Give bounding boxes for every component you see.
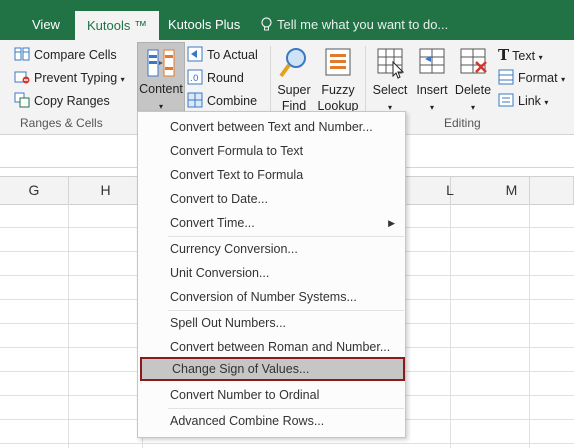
tell-me-text: Tell me what you want to do... bbox=[277, 17, 449, 32]
content-icon bbox=[147, 49, 175, 77]
tab-view[interactable]: View bbox=[20, 10, 72, 40]
delete-label: Delete bbox=[454, 83, 492, 97]
link-button[interactable]: Link ▾ bbox=[498, 91, 548, 111]
content-dropdown-menu: Convert between Text and Number... Conve… bbox=[137, 111, 406, 438]
menu-item-spell-out-numbers[interactable]: Spell Out Numbers... bbox=[138, 311, 405, 335]
format-icon bbox=[498, 69, 514, 85]
copy-ranges-button[interactable]: Copy Ranges bbox=[14, 91, 110, 111]
column-header-g[interactable]: G bbox=[0, 177, 69, 204]
to-actual-button[interactable]: To Actual bbox=[187, 45, 258, 65]
chevron-down-icon: ▾ bbox=[470, 103, 475, 112]
text-button[interactable]: T Text ▾ bbox=[498, 45, 543, 65]
format-label: Format bbox=[518, 71, 558, 85]
round-icon: .0 bbox=[187, 69, 203, 85]
select-icon bbox=[377, 48, 405, 79]
magnifier-icon bbox=[279, 48, 306, 78]
chevron-down-icon: ▾ bbox=[158, 102, 163, 111]
compare-cells-icon bbox=[14, 47, 30, 61]
menu-item-convert-time-label: Convert Time... bbox=[170, 216, 255, 230]
menu-item-convert-text-number[interactable]: Convert between Text and Number... bbox=[138, 115, 405, 139]
menu-item-number-systems[interactable]: Conversion of Number Systems... bbox=[138, 285, 405, 309]
to-actual-label: To Actual bbox=[207, 48, 258, 62]
select-label: Select bbox=[372, 83, 408, 97]
chevron-down-icon: ▾ bbox=[429, 103, 434, 112]
menu-item-advanced-combine-rows[interactable]: Advanced Combine Rows... bbox=[138, 409, 405, 433]
prevent-typing-icon bbox=[14, 71, 30, 84]
menu-item-roman-number[interactable]: Convert between Roman and Number... bbox=[138, 335, 405, 359]
menu-item-currency-conversion[interactable]: Currency Conversion... bbox=[138, 237, 405, 261]
combine-button[interactable]: Combine bbox=[187, 91, 257, 111]
content-label: Content bbox=[139, 82, 183, 96]
select-button[interactable]: Select ▾ bbox=[370, 46, 410, 116]
compare-cells-button[interactable]: Compare Cells bbox=[14, 45, 117, 65]
menu-item-unit-conversion[interactable]: Unit Conversion... bbox=[138, 261, 405, 285]
super-find-button[interactable]: Super Find bbox=[276, 46, 312, 114]
text-label: Text bbox=[512, 49, 536, 63]
submenu-arrow-icon: ▶ bbox=[388, 218, 395, 228]
chevron-down-icon: ▾ bbox=[120, 75, 125, 84]
fuzzy-lookup-icon bbox=[325, 48, 351, 76]
content-button[interactable]: Content ▾ bbox=[137, 42, 185, 113]
round-button[interactable]: .0 Round bbox=[187, 68, 244, 88]
delete-icon bbox=[460, 48, 487, 74]
column-header-m[interactable]: M bbox=[506, 177, 574, 204]
fuzzy-lookup-button[interactable]: Fuzzy Lookup bbox=[315, 46, 361, 114]
link-icon bbox=[498, 93, 514, 107]
to-actual-icon bbox=[187, 46, 203, 62]
column-header-h[interactable]: H bbox=[69, 177, 143, 204]
group-editing: Editing bbox=[444, 116, 481, 130]
super-find-label-1: Super bbox=[277, 83, 311, 97]
copy-ranges-icon bbox=[14, 92, 30, 108]
tab-kutools[interactable]: Kutools ™ bbox=[75, 11, 159, 40]
insert-button[interactable]: Insert ▾ bbox=[413, 46, 451, 116]
svg-text:.0: .0 bbox=[190, 74, 199, 84]
menu-item-convert-time[interactable]: Convert Time... ▶ bbox=[138, 211, 405, 235]
menu-item-formula-to-text[interactable]: Convert Formula to Text bbox=[138, 139, 405, 163]
lightbulb-icon bbox=[261, 17, 272, 31]
column-header-l[interactable]: L bbox=[446, 177, 530, 204]
menu-item-convert-to-date[interactable]: Convert to Date... bbox=[138, 187, 405, 211]
chevron-down-icon: ▾ bbox=[544, 98, 549, 107]
round-label: Round bbox=[207, 71, 244, 85]
fuzzy-lookup-label-1: Fuzzy bbox=[321, 83, 355, 97]
chevron-down-icon: ▾ bbox=[538, 53, 543, 62]
tab-kutools-plus[interactable]: Kutools Plus bbox=[156, 10, 252, 40]
format-button[interactable]: Format ▾ bbox=[498, 68, 565, 88]
chevron-down-icon: ▾ bbox=[561, 75, 566, 84]
menu-item-text-to-formula[interactable]: Convert Text to Formula bbox=[138, 163, 405, 187]
prevent-typing-button[interactable]: Prevent Typing ▾ bbox=[14, 68, 125, 88]
compare-cells-label: Compare Cells bbox=[34, 48, 117, 62]
group-ranges-cells: Ranges & Cells bbox=[20, 116, 103, 130]
combine-icon bbox=[187, 92, 203, 108]
delete-button[interactable]: Delete ▾ bbox=[453, 46, 493, 116]
ribbon-tab-bar: View Kutools ™ Kutools Plus Tell me what… bbox=[0, 0, 574, 40]
copy-ranges-label: Copy Ranges bbox=[34, 94, 110, 108]
text-icon: T bbox=[498, 46, 510, 64]
insert-icon bbox=[419, 48, 445, 74]
tell-me-box[interactable]: Tell me what you want to do... bbox=[260, 10, 448, 40]
menu-item-change-sign[interactable]: Change Sign of Values... bbox=[140, 357, 405, 381]
combine-label: Combine bbox=[207, 94, 258, 108]
insert-label: Insert bbox=[416, 83, 448, 97]
prevent-typing-label: Prevent Typing bbox=[34, 71, 118, 85]
link-label: Link bbox=[518, 94, 541, 108]
menu-item-number-to-ordinal[interactable]: Convert Number to Ordinal bbox=[138, 383, 405, 407]
